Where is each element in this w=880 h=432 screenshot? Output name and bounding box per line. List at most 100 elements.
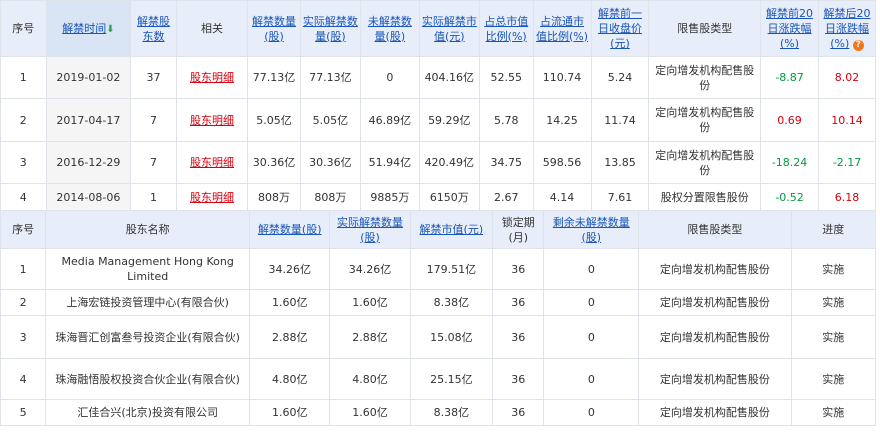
cell-type: 定向增发机构配售股份 (648, 56, 762, 99)
sort-pct-float-link[interactable]: 占流通市值比例(%) (536, 15, 588, 43)
cell-lock: 36 (491, 358, 545, 400)
cell-date: 2014-08-06 (45, 183, 132, 211)
cell-before20: 0.69 (760, 98, 819, 142)
cell-remaining: 0 (359, 56, 420, 99)
header-pct-float[interactable]: 占流通市值比例(%) (532, 0, 592, 57)
cell-actual-qty: 34.26亿 (329, 248, 411, 290)
cell-holder-name: 珠海融悟股权投资合伙企业(有限合伙) (45, 358, 251, 400)
header-type: 限售股类型 (648, 0, 762, 57)
unlock-row: 4 2014-08-06 1 股东明细 808万 808万 9885万 6150… (0, 183, 876, 211)
header-before20[interactable]: 解禁前20日涨跌幅(%) (760, 0, 819, 57)
sort-holders-link[interactable]: 解禁股东数 (137, 15, 170, 43)
header-actual-qty[interactable]: 实际解禁数量(股) (299, 0, 361, 57)
header-holders[interactable]: 解禁股东数 (130, 0, 177, 57)
cell-actual-qty: 30.36亿 (299, 141, 361, 184)
header-actual-qty[interactable]: 实际解禁数量(股) (329, 210, 411, 249)
cell-related[interactable]: 股东明细 (175, 183, 249, 211)
header-actual-value[interactable]: 实际解禁市值(元) (418, 0, 480, 57)
sort-qty-link[interactable]: 解禁数量(股) (252, 15, 296, 43)
cell-holder-name: 汇佳合兴(北京)投资有限公司 (45, 399, 251, 426)
sort-prev-close-link[interactable]: 解禁前一日收盘价(元) (598, 7, 642, 50)
sort-actual-value-link[interactable]: 实际解禁市值(元) (422, 15, 477, 43)
header-after20[interactable]: 解禁后20日涨跌幅(%) ? (818, 0, 876, 57)
sort-pct-total-link[interactable]: 占总市值比例(%) (484, 15, 528, 43)
cell-value: 15.08亿 (409, 315, 494, 359)
cell-value: 179.51亿 (409, 248, 494, 290)
holder-detail-link[interactable]: 股东明细 (190, 114, 234, 127)
cell-date: 2019-01-02 (45, 56, 132, 99)
holder-row: 3 珠海晋汇创富叁号投资企业(有限合伙) 2.88亿 2.88亿 15.08亿 … (0, 315, 877, 359)
cell-actual-qty: 2.88亿 (329, 315, 411, 359)
holder-row: 2 上海宏链投资管理中心(有限合伙) 1.60亿 1.60亿 8.38亿 36 … (0, 289, 877, 316)
cell-type: 定向增发机构配售股份 (638, 248, 792, 290)
sort-actual-qty-link[interactable]: 实际解禁数量(股) (303, 15, 358, 43)
cell-prev-close: 13.85 (590, 141, 650, 184)
cell-type: 定向增发机构配售股份 (638, 399, 792, 426)
cell-date: 2017-04-17 (45, 98, 132, 142)
unlock-header-row: 序号 解禁时间⬇ 解禁股东数 相关 解禁数量(股) 实际解禁数量(股) 未解禁数… (0, 0, 876, 57)
cell-holders: 7 (130, 98, 177, 142)
cell-progress: 实施 (790, 248, 877, 290)
cell-actual-qty: 808万 (299, 183, 361, 211)
cell-actual-qty: 5.05亿 (299, 98, 361, 142)
sort-value-link[interactable]: 解禁市值(元) (420, 223, 484, 236)
help-icon[interactable]: ? (852, 40, 864, 51)
holder-detail-link[interactable]: 股东明细 (190, 156, 234, 169)
holder-detail-table: 序号 股东名称 解禁数量(股) 实际解禁数量(股) 解禁市值(元) 锁定期(月)… (0, 210, 877, 426)
cell-qty: 4.80亿 (249, 358, 331, 400)
cell-progress: 实施 (790, 289, 877, 316)
cell-pct-float: 110.74 (532, 56, 592, 99)
cell-before20: -0.52 (760, 183, 819, 211)
cell-holders: 1 (130, 183, 177, 211)
cell-related[interactable]: 股东明细 (175, 98, 249, 142)
cell-actual-value: 59.29亿 (418, 98, 480, 142)
header-remaining[interactable]: 未解禁数量(股) (359, 0, 420, 57)
cell-index: 2 (0, 98, 47, 142)
sort-before20-link[interactable]: 解禁前20日涨跌幅(%) (766, 7, 813, 50)
cell-actual-qty: 4.80亿 (329, 358, 411, 400)
sort-remaining-link[interactable]: 未解禁数量(股) (368, 15, 412, 43)
sort-actual-qty-link[interactable]: 实际解禁数量(股) (337, 216, 403, 244)
holder-row: 1 Media Management Hong Kong Limited 34.… (0, 248, 877, 290)
cell-qty: 2.88亿 (249, 315, 331, 359)
cell-lock: 36 (491, 248, 545, 290)
cell-progress: 实施 (790, 358, 877, 400)
header-pct-total[interactable]: 占总市值比例(%) (478, 0, 534, 57)
unlock-events-table: 序号 解禁时间⬇ 解禁股东数 相关 解禁数量(股) 实际解禁数量(股) 未解禁数… (0, 0, 876, 211)
header-prev-close[interactable]: 解禁前一日收盘价(元) (590, 0, 650, 57)
cell-qty: 30.36亿 (247, 141, 301, 184)
sort-remaining-link[interactable]: 剩余未解禁数量(股) (553, 216, 630, 244)
header-unlock-date[interactable]: 解禁时间⬇ (45, 0, 132, 57)
cell-prev-close: 11.74 (590, 98, 650, 142)
cell-index: 1 (0, 248, 47, 290)
header-remaining[interactable]: 剩余未解禁数量(股) (543, 210, 640, 249)
cell-index: 1 (0, 56, 47, 99)
cell-prev-close: 5.24 (590, 56, 650, 99)
holder-detail-link[interactable]: 股东明细 (190, 191, 234, 204)
cell-remaining: 0 (543, 315, 640, 359)
cell-actual-qty: 1.60亿 (329, 399, 411, 426)
cell-remaining: 51.94亿 (359, 141, 420, 184)
header-qty[interactable]: 解禁数量(股) (249, 210, 331, 249)
sort-down-icon: ⬇ (106, 23, 115, 35)
cell-pct-total: 52.55 (478, 56, 534, 99)
cell-value: 25.15亿 (409, 358, 494, 400)
cell-actual-value: 420.49亿 (418, 141, 480, 184)
cell-remaining: 0 (543, 248, 640, 290)
sort-date-link[interactable]: 解禁时间 (62, 22, 106, 35)
cell-actual-qty: 1.60亿 (329, 289, 411, 316)
cell-qty: 34.26亿 (249, 248, 331, 290)
cell-qty: 77.13亿 (247, 56, 301, 99)
cell-holder-name: 珠海晋汇创富叁号投资企业(有限合伙) (45, 315, 251, 359)
cell-lock: 36 (491, 399, 545, 426)
cell-remaining: 0 (543, 289, 640, 316)
cell-remaining: 46.89亿 (359, 98, 420, 142)
header-holder-name: 股东名称 (45, 210, 251, 249)
cell-related[interactable]: 股东明细 (175, 141, 249, 184)
cell-pct-total: 2.67 (478, 183, 534, 211)
sort-qty-link[interactable]: 解禁数量(股) (258, 223, 322, 236)
header-qty[interactable]: 解禁数量(股) (247, 0, 301, 57)
holder-detail-link[interactable]: 股东明细 (190, 71, 234, 84)
cell-related[interactable]: 股东明细 (175, 56, 249, 99)
header-value[interactable]: 解禁市值(元) (409, 210, 494, 249)
